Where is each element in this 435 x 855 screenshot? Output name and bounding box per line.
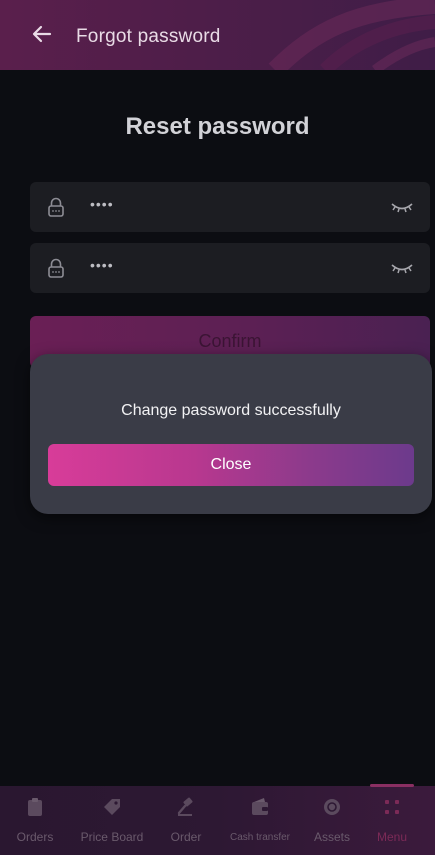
close-button[interactable]: Close bbox=[48, 444, 414, 486]
password-value: •••• bbox=[90, 257, 114, 273]
hammer-icon bbox=[177, 797, 193, 816]
grid-icon bbox=[385, 800, 399, 814]
wallet-icon bbox=[252, 798, 268, 815]
confirm-password-field[interactable]: •••• bbox=[30, 243, 430, 293]
nav-label: Orders bbox=[16, 830, 54, 844]
nav-label: Order bbox=[170, 830, 202, 844]
success-dialog: Change password successfully Close bbox=[30, 354, 432, 514]
nav-label: Menu bbox=[376, 830, 408, 844]
dialog-message: Change password successfully bbox=[121, 402, 341, 419]
header-bar: Forgot password bbox=[0, 0, 435, 70]
nav-label: Price Board bbox=[80, 830, 144, 844]
active-indicator bbox=[370, 784, 414, 787]
header-swirl-decoration bbox=[268, 0, 435, 70]
page-title: Reset password bbox=[125, 113, 310, 140]
lock-icon bbox=[48, 197, 64, 217]
nav-item-price-board[interactable]: Price Board bbox=[70, 786, 154, 855]
eye-closed-icon[interactable] bbox=[390, 199, 414, 215]
password-value: •••• bbox=[90, 196, 114, 212]
eye-closed-icon[interactable] bbox=[390, 260, 414, 276]
nav-label: Cash transfer bbox=[229, 832, 291, 843]
lock-icon bbox=[48, 258, 64, 278]
coins-icon bbox=[324, 799, 340, 815]
confirm-button-label: Confirm bbox=[198, 331, 262, 351]
nav-item-assets[interactable]: Assets bbox=[302, 786, 362, 855]
new-password-field[interactable]: •••• bbox=[30, 182, 430, 232]
app: Forgot password Reset password •••• ••••… bbox=[0, 0, 435, 855]
nav-item-order[interactable]: Order bbox=[154, 786, 218, 855]
tag-icon bbox=[104, 799, 120, 815]
nav-item-orders[interactable]: Orders bbox=[0, 786, 70, 855]
bottom-nav: Orders Price Board Order Cash transfer A… bbox=[0, 784, 435, 855]
nav-label: Assets bbox=[313, 830, 350, 844]
nav-item-cash-transfer[interactable]: Cash transfer bbox=[218, 786, 302, 855]
clipboard-icon bbox=[28, 798, 42, 816]
nav-item-menu[interactable]: Menu bbox=[362, 784, 422, 855]
arrow-left-icon[interactable] bbox=[30, 22, 54, 46]
header-title: Forgot password bbox=[76, 26, 221, 47]
